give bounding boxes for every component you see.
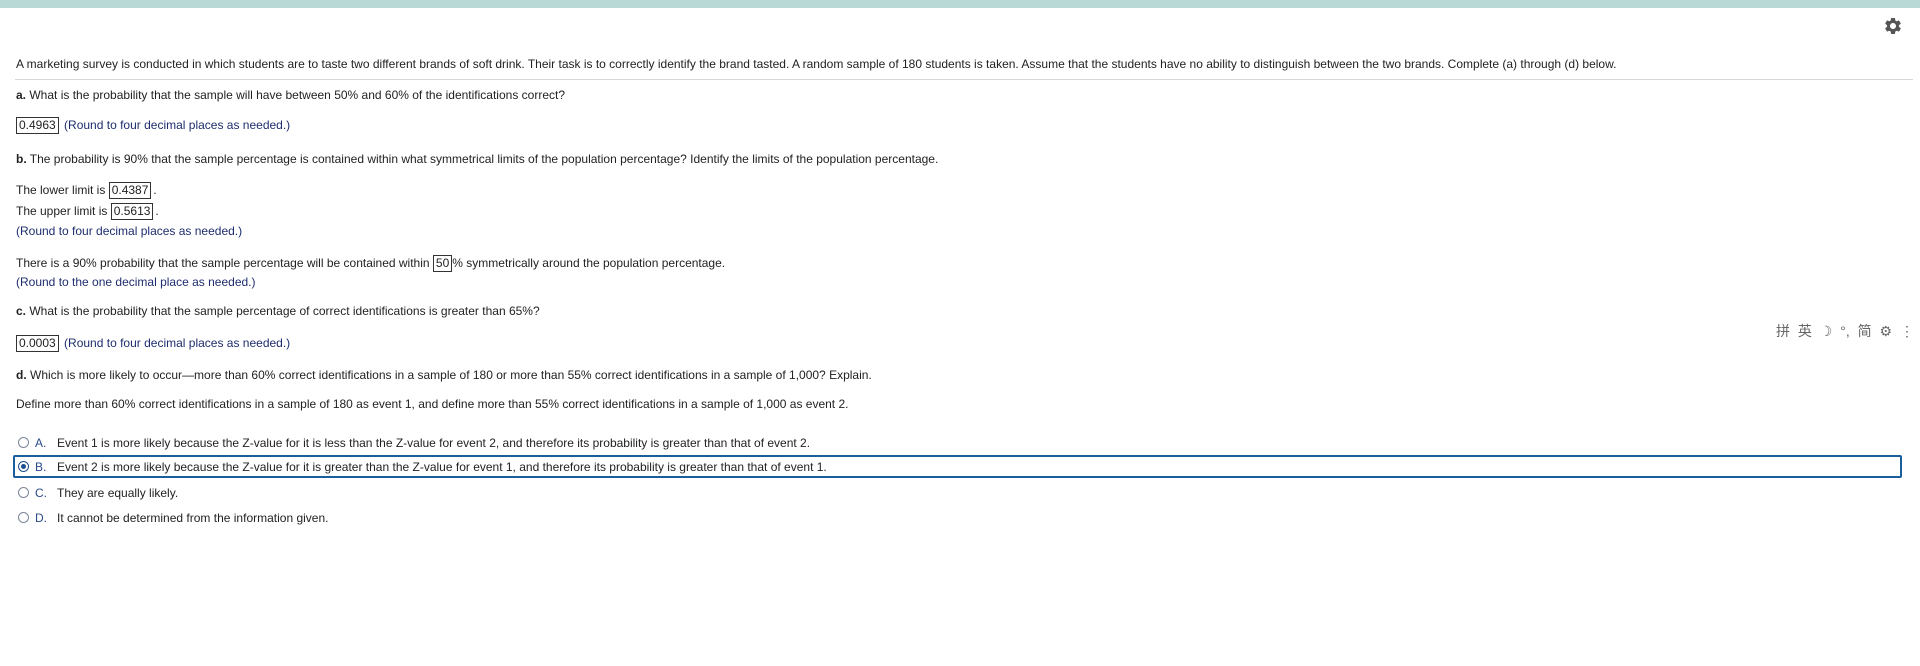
radio-selected-icon[interactable] — [18, 461, 29, 473]
symmetric-suffix: % symmetrically around the population pe… — [452, 256, 726, 270]
lower-limit-row: The lower limit is 0.4387. — [16, 182, 157, 200]
ime-toolbar[interactable]: 拼 英 ☽ °, 简 ⚙ ⋮ — [1776, 321, 1918, 341]
option-a-text: Event 1 is more likely because the Z-val… — [57, 436, 811, 450]
symmetric-note: (Round to the one decimal place as neede… — [16, 275, 256, 289]
option-d[interactable]: D. It cannot be determined from the infor… — [15, 507, 328, 529]
option-a[interactable]: A. Event 1 is more likely because the Z-v… — [15, 432, 810, 454]
ime-settings-icon[interactable]: ⚙ — [1880, 323, 1893, 339]
radio-icon[interactable] — [18, 512, 29, 524]
option-d-text: It cannot be determined from the informa… — [57, 511, 329, 525]
lower-limit-label: The lower limit is — [16, 183, 106, 197]
part-a-question-text: What is the probability that the sample … — [29, 88, 565, 102]
ime-simplified-icon[interactable]: 简 — [1858, 323, 1872, 339]
radio-icon[interactable] — [18, 487, 29, 499]
symmetric-row: There is a 90% probability that the samp… — [16, 255, 726, 273]
lower-limit-answer-box[interactable]: 0.4387 — [108, 182, 152, 200]
ime-moon-icon[interactable]: ☽ — [1820, 323, 1833, 339]
top-accent-bar — [0, 0, 1920, 8]
upper-limit-row: The upper limit is 0.5613. — [16, 203, 159, 221]
part-a-answer-box[interactable]: 0.4963 — [16, 117, 59, 135]
part-d-label: d. — [16, 368, 27, 382]
upper-limit-period: . — [155, 204, 159, 218]
upper-limit-label: The upper limit is — [16, 204, 108, 218]
symmetric-prefix: There is a 90% probability that the samp… — [16, 256, 430, 270]
divider — [15, 79, 1913, 80]
option-b-text: Event 2 is more likely because the Z-val… — [57, 460, 827, 474]
option-b[interactable]: B. Event 2 is more likely because the Z-v… — [15, 456, 827, 478]
part-a-answer-row: 0.4963 (Round to four decimal places as … — [16, 117, 291, 135]
ime-more-icon[interactable]: ⋮ — [1900, 323, 1914, 339]
part-d-question: d. Which is more likely to occur—more th… — [16, 367, 872, 383]
part-a-question: a. What is the probability that the samp… — [16, 87, 565, 103]
upper-limit-answer-box[interactable]: 0.5613 — [110, 203, 154, 221]
lower-limit-period: . — [153, 183, 157, 197]
part-d-definition: Define more than 60% correct identificat… — [16, 397, 849, 411]
part-c-note: (Round to four decimal places as needed.… — [64, 336, 291, 350]
ime-english-icon[interactable]: 英 — [1798, 323, 1812, 339]
ime-punctuation-icon[interactable]: °, — [1840, 323, 1850, 339]
option-c-letter: C. — [35, 486, 47, 500]
option-a-letter: A. — [35, 436, 47, 450]
part-b-question-text: The probability is 90% that the sample p… — [29, 152, 939, 166]
part-c-question: c. What is the probability that the samp… — [16, 303, 540, 319]
part-b-note: (Round to four decimal places as needed.… — [16, 224, 243, 238]
part-b-question: b. The probability is 90% that the sampl… — [16, 151, 938, 167]
part-c-answer-box[interactable]: 0.0003 — [16, 335, 59, 353]
part-c-label: c. — [16, 304, 27, 318]
option-b-letter: B. — [35, 460, 47, 474]
option-d-letter: D. — [35, 511, 47, 525]
part-a-note: (Round to four decimal places as needed.… — [64, 118, 291, 132]
radio-icon[interactable] — [18, 437, 29, 449]
symmetric-answer-box[interactable]: 50 — [432, 255, 453, 273]
part-c-question-text: What is the probability that the sample … — [29, 304, 540, 318]
option-c-text: They are equally likely. — [57, 486, 179, 500]
part-c-answer-row: 0.0003 (Round to four decimal places as … — [16, 335, 291, 353]
option-c[interactable]: C. They are equally likely. — [15, 482, 178, 504]
problem-statement: A marketing survey is conducted in which… — [16, 57, 1617, 71]
part-a-label: a. — [16, 88, 27, 102]
part-b-label: b. — [16, 152, 27, 166]
ime-pinyin-icon[interactable]: 拼 — [1776, 323, 1790, 339]
gear-icon[interactable] — [1883, 16, 1903, 36]
part-d-question-text: Which is more likely to occur—more than … — [30, 368, 872, 382]
